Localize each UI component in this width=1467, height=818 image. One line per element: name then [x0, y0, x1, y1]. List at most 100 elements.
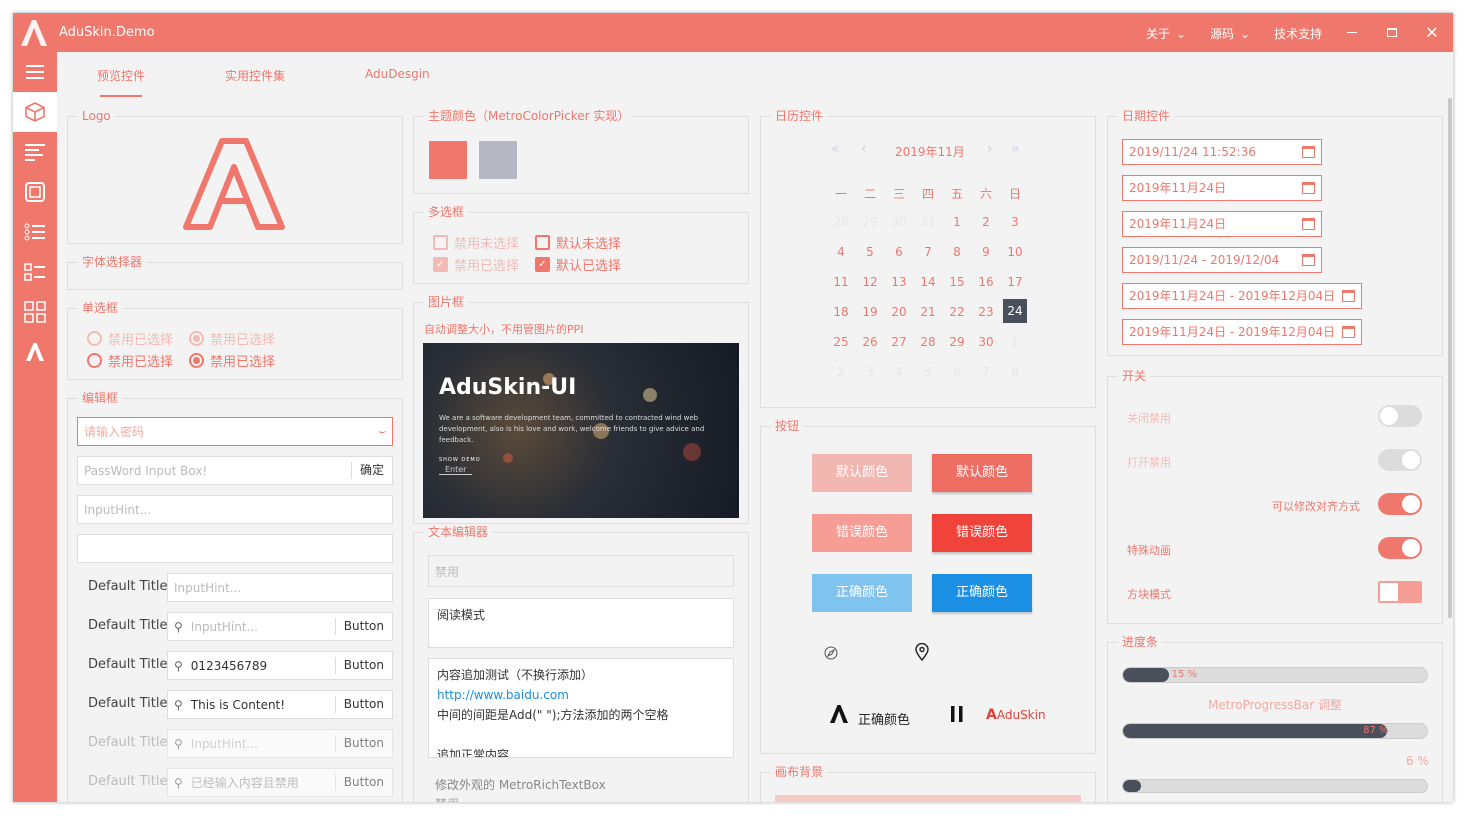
calendar-day[interactable]: 14: [916, 275, 940, 289]
checkbox-checked[interactable]: ✓ 默认已选择: [535, 255, 621, 274]
radio-disabled-checked[interactable]: 禁用已选择: [189, 329, 275, 348]
switch-aligned[interactable]: [1378, 493, 1422, 515]
tab-preview[interactable]: 预览控件: [97, 67, 145, 84]
calendar-day[interactable]: 4: [829, 245, 853, 259]
date-range-picker[interactable]: 2019年11月24日 - 2019年12月04日: [1122, 319, 1362, 345]
canvas-preview[interactable]: [775, 795, 1081, 802]
calendar-day[interactable]: 27: [887, 335, 911, 349]
aduskin-text-logo[interactable]: AAduSkin: [986, 707, 1046, 723]
confirm-button[interactable]: 确定: [350, 462, 392, 479]
compass-icon[interactable]: [824, 646, 838, 660]
calendar-day[interactable]: 8: [945, 245, 969, 259]
datetime-picker[interactable]: 2019/11/24 11:52:36: [1122, 139, 1322, 165]
readonly-textbox[interactable]: 阅读模式: [428, 598, 734, 648]
rich-link[interactable]: http://www.baidu.com: [437, 685, 725, 705]
calendar-day[interactable]: 20: [887, 305, 911, 319]
switch-animated[interactable]: [1378, 537, 1422, 559]
font-picker-group[interactable]: 字体选择器: [67, 255, 403, 290]
disabled-textbox[interactable]: 禁用: [428, 555, 734, 587]
calendar-day[interactable]: 26: [858, 335, 882, 349]
checkbox-unchecked[interactable]: 默认未选择: [535, 233, 621, 252]
calendar-day[interactable]: 4: [887, 365, 911, 379]
calendar-day[interactable]: 15: [945, 275, 969, 289]
calendar-day[interactable]: 25: [829, 335, 853, 349]
input-action-button[interactable]: Button: [334, 774, 392, 791]
sidebar-item-checklist[interactable]: [13, 252, 57, 292]
calendar-day[interactable]: 3: [1003, 215, 1027, 229]
date-range-picker[interactable]: 2019/11/24 - 2019/12/04: [1122, 247, 1322, 273]
tab-utility[interactable]: 实用控件集: [225, 67, 285, 84]
banner-enter-link[interactable]: Enter: [439, 465, 473, 475]
prev-year-icon[interactable]: «: [831, 141, 840, 157]
calendar-day[interactable]: 5: [858, 245, 882, 259]
eye-closed-icon[interactable]: ⌣: [378, 424, 386, 439]
switch-off-disabled[interactable]: [1378, 405, 1422, 427]
calendar-day[interactable]: 1: [945, 215, 969, 229]
menu-about[interactable]: 关于 ⌄: [1146, 25, 1186, 42]
calendar-day[interactable]: 7: [974, 365, 998, 379]
search-input[interactable]: ⚲ InputHint... Button: [167, 612, 393, 641]
error-button[interactable]: 错误颜色: [932, 514, 1032, 552]
calendar-month[interactable]: 2019年11月: [895, 143, 965, 160]
search-input-disabled[interactable]: ⚲ 已经输入内容且禁用 Button: [167, 768, 393, 797]
input-action-button[interactable]: Button: [334, 696, 392, 713]
calendar-icon[interactable]: [1302, 146, 1315, 158]
progress-bar[interactable]: [1122, 779, 1428, 793]
location-pin-icon[interactable]: [915, 643, 929, 661]
empty-input[interactable]: [77, 534, 393, 563]
calendar-day[interactable]: 21: [916, 305, 940, 319]
calendar-day[interactable]: 10: [1003, 245, 1027, 259]
calendar-day[interactable]: 16: [974, 275, 998, 289]
calendar-day[interactable]: 30: [974, 335, 998, 349]
radio-checked[interactable]: 禁用已选择: [189, 351, 275, 370]
calendar-day[interactable]: 17: [1003, 275, 1027, 289]
menu-toggle-button[interactable]: [13, 52, 57, 92]
calendar-day[interactable]: 19: [858, 305, 882, 319]
ok-button[interactable]: 正确颜色: [932, 574, 1032, 612]
calendar-day[interactable]: 6: [887, 245, 911, 259]
close-button[interactable]: ✕: [1417, 21, 1447, 43]
tab-adudesign[interactable]: AduDesgin: [365, 67, 430, 81]
calendar-day[interactable]: 22: [945, 305, 969, 319]
checkbox-disabled-unchecked[interactable]: 禁用未选择: [433, 233, 519, 252]
calendar-day[interactable]: 28: [916, 335, 940, 349]
sidebar-item-grid[interactable]: [13, 292, 57, 332]
calendar-day[interactable]: 31: [916, 215, 940, 229]
sidebar-item-device[interactable]: [13, 172, 57, 212]
switch-on-disabled[interactable]: [1378, 449, 1422, 471]
calendar-day[interactable]: 12: [858, 275, 882, 289]
default-disabled-button[interactable]: 默认颜色: [812, 454, 912, 492]
brand-button-label[interactable]: 正确颜色: [858, 709, 910, 728]
calendar-day[interactable]: 30: [887, 215, 911, 229]
rich-textbox[interactable]: 内容追加测试（不换行添加） http://www.baidu.com 中间的间距…: [428, 658, 734, 758]
calendar-icon[interactable]: [1302, 254, 1315, 266]
menu-support[interactable]: 技术支持: [1274, 25, 1322, 42]
radio-disabled-unchecked[interactable]: 禁用已选择: [87, 329, 173, 348]
next-month-icon[interactable]: ›: [987, 141, 993, 157]
hint-input[interactable]: InputHint...: [77, 495, 393, 524]
calendar-day[interactable]: 28: [829, 215, 853, 229]
ok-disabled-button[interactable]: 正确颜色: [812, 574, 912, 612]
password-input[interactable]: 请输入密码 ⌣: [77, 417, 393, 446]
calendar-day[interactable]: 2: [829, 365, 853, 379]
calendar-day[interactable]: 1: [1003, 335, 1027, 349]
sidebar-item-aduskin[interactable]: [13, 332, 57, 372]
calendar-day[interactable]: 8: [1003, 365, 1027, 379]
date-range-picker[interactable]: 2019年11月24日 - 2019年12月04日: [1122, 283, 1362, 309]
color-swatch-secondary[interactable]: [479, 141, 517, 179]
calendar-day[interactable]: 9: [974, 245, 998, 259]
radio-unchecked[interactable]: 禁用已选择: [87, 351, 173, 370]
input-action-button[interactable]: Button: [334, 657, 392, 674]
date-picker[interactable]: 2019年11月24日: [1122, 175, 1322, 201]
sidebar-item-text[interactable]: [13, 132, 57, 172]
prev-month-icon[interactable]: ‹: [861, 141, 867, 157]
checkbox-disabled-checked[interactable]: ✓ 禁用已选择: [433, 255, 519, 274]
error-disabled-button[interactable]: 错误颜色: [812, 514, 912, 552]
calendar-day[interactable]: 13: [887, 275, 911, 289]
calendar-icon[interactable]: [1342, 326, 1355, 338]
calendar-day[interactable]: 18: [829, 305, 853, 319]
calendar-icon[interactable]: [1302, 182, 1315, 194]
calendar-day[interactable]: 11: [829, 275, 853, 289]
minimize-button[interactable]: [1337, 21, 1367, 43]
calendar-day[interactable]: 5: [916, 365, 940, 379]
